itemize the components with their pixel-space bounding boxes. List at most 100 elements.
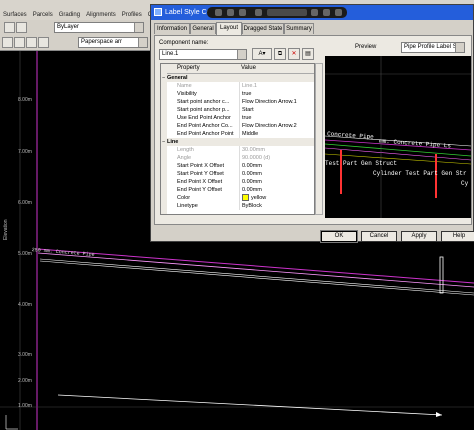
property-row[interactable]: Start Point X Offset 0.00mm — [161, 162, 314, 170]
property-row[interactable]: Visibility true — [161, 90, 314, 98]
property-value[interactable]: true — [239, 114, 312, 122]
property-row[interactable]: Angle 90.0000 (d) — [161, 154, 314, 162]
property-value[interactable]: yellow — [239, 194, 312, 202]
property-name: Length — [177, 147, 194, 153]
property-name: Start Point Y Offset — [177, 171, 224, 177]
property-name: Start point anchor c... — [177, 99, 230, 105]
property-row[interactable]: Length 30.00mm — [161, 146, 314, 154]
component-name-label: Component name: — [159, 40, 209, 46]
label-style-composer-dialog: Label Style Composer - Pipe Profile Labe… — [150, 4, 474, 243]
property-name: Color — [177, 195, 191, 201]
property-name: Line — [167, 139, 179, 145]
flow-arrowhead — [436, 412, 442, 417]
property-row[interactable]: Start point anchor c... Flow Direction Ar… — [161, 98, 314, 106]
property-value[interactable]: true — [239, 90, 312, 98]
property-row[interactable]: End Point Anchor Co... Flow Direction Arr… — [161, 122, 314, 130]
property-name: Linetype — [177, 203, 198, 209]
property-row[interactable]: Linetype ByBlock — [161, 202, 314, 210]
circle-icon[interactable] — [14, 37, 25, 48]
component-name-combo[interactable]: Line.1 — [159, 49, 247, 60]
property-value[interactable]: ByBlock — [239, 202, 312, 210]
property-value-text: yellow — [251, 195, 267, 201]
tick-label: 5.00m — [18, 251, 32, 257]
volume-icon[interactable] — [311, 9, 318, 16]
apply-button[interactable]: Apply — [401, 231, 437, 242]
axis-title: Elevation — [3, 219, 9, 240]
layer-prev-icon[interactable] — [16, 22, 27, 33]
draw-order-button[interactable]: ▤ — [302, 48, 314, 60]
property-name: Use End Point Anchor — [177, 115, 231, 121]
property-value[interactable]: Start — [239, 106, 312, 114]
property-scrollbar[interactable] — [315, 63, 323, 215]
property-row[interactable]: Name Line.1 — [161, 82, 314, 90]
property-value[interactable]: 0.00mm — [239, 178, 312, 186]
grid-header: Property Value — [161, 64, 314, 74]
chevron-down-icon[interactable] — [138, 38, 147, 47]
record-icon[interactable] — [255, 9, 262, 16]
paperspace-combo[interactable]: Paperspace arr — [78, 37, 148, 48]
tick-label: 6.00m — [18, 200, 32, 206]
property-value[interactable]: 0.00mm — [239, 170, 312, 178]
pipe-centre-line — [37, 252, 474, 288]
property-name: General — [167, 75, 188, 81]
property-row[interactable]: Color yellow — [161, 194, 314, 202]
tick-label: 4.00m — [18, 302, 32, 308]
color-swatch-icon — [242, 194, 249, 202]
property-row[interactable]: End Point X Offset 0.00mm — [161, 178, 314, 186]
delete-component-button[interactable]: ✕ — [288, 48, 300, 60]
next-icon[interactable] — [239, 9, 246, 16]
property-value[interactable]: Flow Direction Arrow.1 — [239, 98, 312, 106]
property-name: End Point Y Offset — [177, 187, 222, 193]
layer-combo[interactable]: ByLayer — [54, 22, 144, 33]
tab-information[interactable]: Information — [154, 23, 190, 34]
property-value[interactable]: Middle — [239, 130, 312, 138]
property-row[interactable]: Start Point Y Offset 0.00mm — [161, 170, 314, 178]
add-component-button[interactable]: A▾ — [252, 48, 272, 60]
property-value[interactable]: Flow Direction Arrow.2 — [239, 122, 312, 130]
ok-button[interactable]: OK — [320, 230, 358, 243]
preview-text: Cy — [461, 180, 469, 187]
tab-layout[interactable]: Layout — [216, 22, 242, 35]
property-name: End Point X Offset — [177, 179, 223, 185]
property-row[interactable]: Use End Point Anchor true — [161, 114, 314, 122]
property-value[interactable]: 0.00mm — [239, 186, 312, 194]
property-row[interactable]: Start point anchor p... Start — [161, 106, 314, 114]
property-value[interactable]: 0.00mm — [239, 162, 312, 170]
prev-icon[interactable] — [215, 9, 222, 16]
property-value[interactable]: 90.0000 (d) — [239, 154, 312, 162]
close-icon[interactable] — [335, 9, 342, 16]
progress-icon[interactable] — [267, 9, 307, 16]
preview-style-combo[interactable]: Pipe Profile Label Style — [401, 42, 465, 53]
chevron-down-icon[interactable] — [455, 43, 464, 52]
tick-label: 7.00m — [18, 149, 32, 155]
ortho-icon[interactable] — [38, 37, 49, 48]
osnap-icon[interactable] — [26, 37, 37, 48]
snap-icon[interactable] — [2, 37, 13, 48]
dialog-title-bar[interactable]: Label Style Composer - Pipe Profile Labe… — [151, 5, 473, 20]
category-row[interactable]: Line − — [161, 138, 314, 146]
chevron-down-icon[interactable] — [237, 50, 246, 59]
play-icon[interactable] — [227, 9, 234, 16]
property-grid[interactable]: Property Value General − Name Line.1 Visibil… — [160, 63, 315, 215]
property-value[interactable]: 30.00mm — [239, 146, 312, 154]
tick-label: 1.00m — [18, 403, 32, 409]
pipe-flow-line — [39, 258, 474, 294]
collapse-icon[interactable]: − — [162, 138, 165, 146]
property-row[interactable]: End Point Anchor Point Middle — [161, 130, 314, 138]
elevation-ruler: 8.00m 7.00m 6.00m 5.00m 4.00m 3.00m 2.00… — [0, 50, 40, 430]
cancel-button[interactable]: Cancel — [361, 231, 397, 242]
property-row[interactable]: End Point Y Offset 0.00mm — [161, 186, 314, 194]
layer-icon[interactable] — [4, 22, 15, 33]
collapse-icon[interactable]: − — [162, 74, 165, 82]
tab-summary[interactable]: Summary — [284, 23, 314, 34]
copy-component-button[interactable]: ⧉ — [274, 48, 286, 60]
tab-general[interactable]: General — [190, 23, 216, 34]
preview-window[interactable]: Concrete Pipe mm. Concrete Pipe Ls Test … — [325, 56, 471, 218]
chevron-down-icon[interactable] — [134, 23, 143, 32]
help-button[interactable]: Help — [441, 231, 474, 242]
property-value[interactable]: Line.1 — [239, 82, 312, 90]
category-row[interactable]: General − — [161, 74, 314, 82]
stop-icon[interactable] — [323, 9, 330, 16]
tab-dragged-state[interactable]: Dragged State — [242, 23, 284, 34]
media-player-overlay[interactable] — [207, 7, 347, 18]
